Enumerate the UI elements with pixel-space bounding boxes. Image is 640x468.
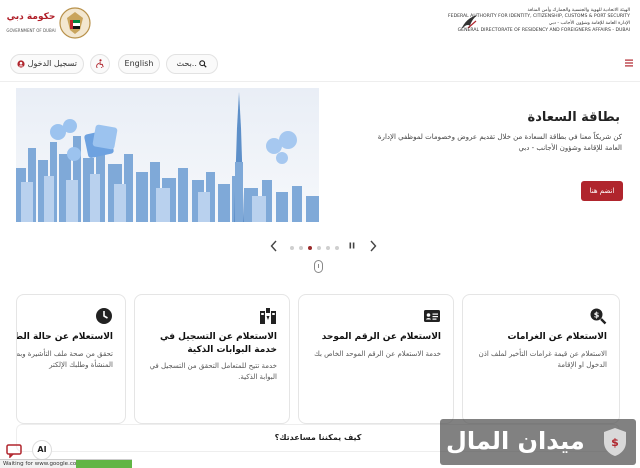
search-placeholder: بحث.. <box>176 59 197 68</box>
accessibility-button[interactable] <box>90 54 110 74</box>
pause-icon <box>349 242 355 249</box>
gdrfa-line-1: الهيئة الاتحادية للهوية والجنسية والجمار… <box>527 8 630 13</box>
chat-icon[interactable] <box>6 444 22 458</box>
hero-banner-image <box>16 88 319 222</box>
shield-logo-icon: $ <box>604 428 626 456</box>
svg-text:$: $ <box>611 436 619 449</box>
clock-icon <box>96 308 112 324</box>
service-card-title: الاستعلام عن الغرامات <box>507 332 607 342</box>
browser-status-bar: Waiting for www.google.com... <box>0 459 132 468</box>
service-card-fines[interactable]: $ الاستعلام عن الغرامات الاستعلام عن قيم… <box>462 294 620 424</box>
dubai-government-logo[interactable]: حكومة دبي GOVERNMENT OF DUBAI <box>4 4 100 42</box>
svg-text:$: $ <box>594 311 600 320</box>
carousel-dot[interactable] <box>335 246 339 250</box>
gdrfa-line-4: GENERAL DIRECTORATE OF RESIDENCY AND FOR… <box>457 28 630 33</box>
menu-icon[interactable] <box>624 58 634 68</box>
gdrfa-line-2: FEDERAL AUTHORITY FOR IDENTITY, CITIZENS… <box>448 14 630 19</box>
chevron-left-icon <box>270 240 277 252</box>
carousel-dot-active[interactable] <box>308 246 312 250</box>
service-card-description: الاستعلام عن قيمة غرامات التأخير لملف اذ… <box>478 350 607 369</box>
carousel-dot[interactable] <box>290 246 294 250</box>
service-card-title: الاستعلام عن الرقم الموحد <box>321 332 441 342</box>
service-card-title: الاستعلام عن حالة الطلبات <box>16 332 113 342</box>
loading-progress <box>76 460 132 468</box>
service-card-title: الاستعلام عن التسجيل في خدمة البوابات ال… <box>160 332 277 355</box>
service-card-description: خدمة الاستعلام عن الرقم الموحد الخاص بك <box>314 350 441 358</box>
dubai-skyline-illustration <box>16 92 319 222</box>
gdrfa-logo[interactable]: الهيئة الاتحادية للهوية والجنسية والجمار… <box>448 8 634 38</box>
gdrfa-line-3: الإدارة العامة للإقامة وشؤون الأجانب - د… <box>548 21 630 26</box>
hero-title: بطاقة السعادة <box>527 110 620 125</box>
service-card-application-status[interactable]: الاستعلام عن حالة الطلبات تحقق من صحة مل… <box>16 294 126 424</box>
carousel-dot[interactable] <box>326 246 330 250</box>
carousel-next-button[interactable] <box>367 240 379 254</box>
carousel-dot[interactable] <box>317 246 321 250</box>
uae-emblem-icon <box>59 7 91 39</box>
top-toolbar: تسجيل الدخول English بحث.. <box>0 46 640 82</box>
carousel-dot[interactable] <box>299 246 303 250</box>
ai-assistant-button[interactable]: AI <box>32 440 52 460</box>
service-card-unified-number[interactable]: الاستعلام عن الرقم الموحد خدمة الاستعلام… <box>298 294 454 424</box>
hero-description: كن شريكاً معنا في بطاقة السعادة من خلال … <box>377 133 622 152</box>
search-icon <box>199 59 208 68</box>
login-button[interactable]: تسجيل الدخول <box>10 54 84 74</box>
search-dollar-icon: $ <box>590 308 607 325</box>
user-icon <box>17 59 25 68</box>
id-card-icon <box>424 310 440 322</box>
service-card-description: خدمة تتيح للمتعامل التحقق من التسجيل في … <box>149 362 277 381</box>
status-text: Waiting for www.google.com... <box>3 461 87 467</box>
site-header: حكومة دبي GOVERNMENT OF DUBAI الهيئة الا… <box>0 0 640 46</box>
login-label: تسجيل الدخول <box>27 59 77 68</box>
watermark-overlay: ميدان المال $ <box>440 419 636 465</box>
smart-gate-icon <box>260 308 276 324</box>
service-card-description: تحقق من صحة ملف التأشيرة وبطاقة المنشأة … <box>16 350 113 369</box>
balloons-right <box>266 131 297 164</box>
watermark-text: ميدان المال <box>446 427 585 455</box>
service-card-smart-gates[interactable]: الاستعلام عن التسجيل في خدمة البوابات ال… <box>134 294 290 424</box>
dubai-logo-english: GOVERNMENT OF DUBAI <box>6 28 56 33</box>
carousel-pause-button[interactable] <box>349 242 355 251</box>
search-input[interactable]: بحث.. <box>166 54 218 74</box>
language-toggle-button[interactable]: English <box>118 54 160 74</box>
carousel-prev-button[interactable] <box>268 240 280 254</box>
accessibility-icon <box>95 59 104 70</box>
chevron-right-icon <box>370 240 377 252</box>
scroll-down-icon[interactable] <box>314 260 323 273</box>
join-button[interactable]: انضم هنا <box>581 181 623 201</box>
dubai-logo-arabic: حكومة دبي <box>6 12 56 22</box>
